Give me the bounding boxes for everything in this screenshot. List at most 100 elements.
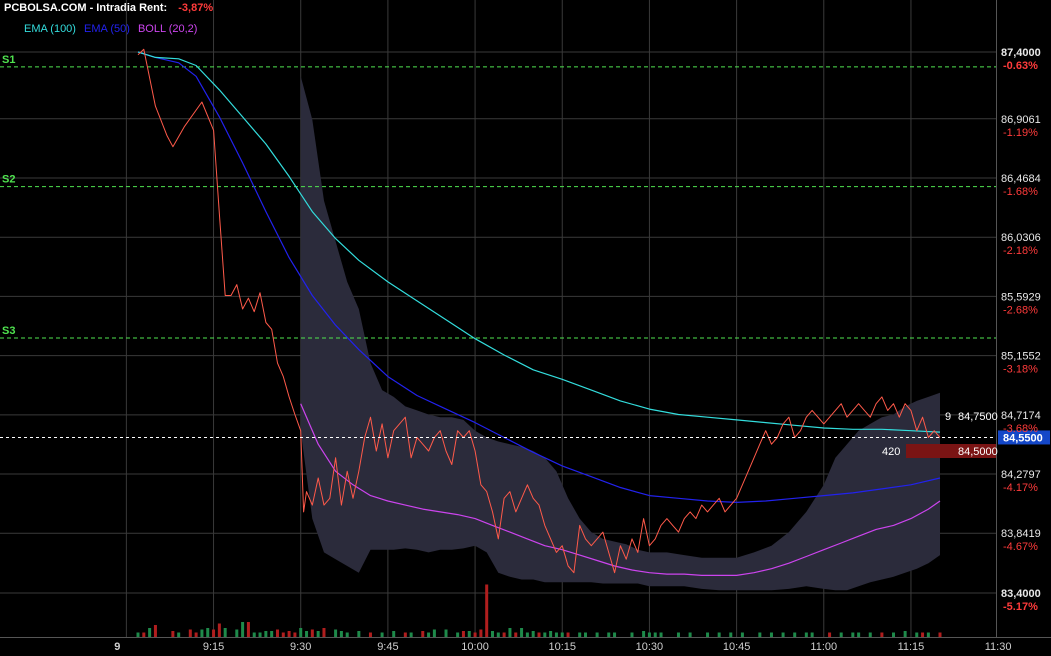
volume-bar (334, 629, 338, 637)
time-tick-label: 11:15 (898, 641, 925, 653)
volume-bar (926, 632, 930, 637)
ema100-line (137, 51, 941, 433)
volume-bar (520, 628, 524, 637)
volume-bar (241, 622, 245, 637)
price-tick-label: 86,0306 (1001, 232, 1041, 244)
volume-bar (200, 629, 204, 637)
bollinger-band (300, 76, 940, 591)
time-tick-label: 9:30 (290, 641, 311, 653)
volume-bar (281, 632, 285, 637)
volume-bar (537, 632, 541, 637)
volume-bar (938, 632, 942, 637)
time-tick-label: 11:00 (810, 641, 837, 653)
volume-bar (432, 629, 436, 637)
support-label-s3: S3 (2, 325, 15, 337)
time-tick-label: 11:30 (985, 641, 1012, 653)
ask-qty: 9 (945, 411, 951, 423)
volume-bar (740, 632, 744, 637)
volume-bar (357, 631, 361, 637)
volume-bar (491, 631, 495, 637)
volume-bar (421, 631, 425, 637)
percent-tick-label: -4.17% (1003, 482, 1038, 494)
volume-bar (485, 584, 489, 637)
volume-bar (223, 628, 227, 637)
volume-bar (235, 629, 239, 637)
volume-bar (270, 631, 274, 637)
volume-bar (403, 632, 407, 637)
volume-bar (676, 632, 680, 637)
volume-bar (467, 631, 471, 637)
price-tick-label: 83,8419 (1001, 528, 1041, 540)
price-tick-label: 85,1552 (1001, 351, 1041, 363)
volume-bar (299, 628, 303, 637)
volume-bar (921, 632, 925, 637)
volume-bar (409, 632, 413, 637)
volume-bar (583, 632, 587, 637)
volume-bar (461, 631, 465, 637)
percent-tick-label: -1.19% (1003, 127, 1038, 139)
volume-bar (915, 632, 919, 637)
volume-bar (758, 632, 762, 637)
percent-tick-label: -2.68% (1003, 304, 1038, 316)
volume-bar (427, 632, 431, 637)
volume-bar (392, 631, 396, 637)
volume-bar (456, 632, 460, 637)
bid-price: 84,5000 (958, 446, 998, 458)
volume-bar (531, 631, 535, 637)
price-tick-label: 84,2797 (1001, 469, 1041, 481)
time-tick-label: 10:30 (636, 641, 664, 653)
price-tick-label: 84,7174 (1001, 410, 1041, 422)
price-chart[interactable]: S1S2S39 84,7500420 84,500084,550087,4000-0… (0, 0, 1051, 656)
volume-bar (380, 632, 384, 637)
volume-bar (525, 632, 529, 637)
volume-bar (793, 632, 797, 637)
time-tick-label: 10:00 (461, 641, 489, 653)
percent-tick-label: -1.68% (1003, 186, 1038, 198)
bid-qty: 420 (882, 446, 900, 458)
volume-bar (903, 631, 907, 637)
volume-bar (473, 632, 477, 637)
volume-bar (688, 632, 692, 637)
support-label-s1: S1 (2, 54, 15, 66)
volume-bar (549, 631, 553, 637)
percent-tick-label: -3.68% (1003, 423, 1038, 435)
volume-bar (578, 632, 582, 637)
volume-bar (246, 622, 250, 637)
volume-bar (514, 632, 518, 637)
ask-price: 84,7500 (958, 411, 998, 423)
volume-bar (444, 629, 448, 637)
volume-bar (554, 632, 558, 637)
support-label-s2: S2 (2, 174, 15, 186)
ema50-line (137, 51, 941, 503)
volume-bar (217, 623, 221, 637)
volume-bar (508, 628, 512, 637)
percent-tick-label: -4.67% (1003, 541, 1038, 553)
volume-bar (781, 632, 785, 637)
volume-bar (275, 629, 279, 637)
time-tick-label: 9 (114, 641, 120, 653)
volume-bar (804, 632, 808, 637)
volume-bar (729, 632, 733, 637)
time-tick-label: 9:15 (203, 641, 224, 653)
volume-bar (839, 632, 843, 637)
volume-bar (851, 632, 855, 637)
volume-bar (258, 632, 262, 637)
volume-bar (496, 632, 500, 637)
volume-bar (828, 632, 832, 637)
volume-bar (345, 632, 349, 637)
volume-bar (368, 632, 372, 637)
volume-bar (206, 628, 210, 637)
volume-bar (188, 629, 192, 637)
time-tick-label: 10:15 (548, 641, 576, 653)
volume-bar (659, 632, 663, 637)
volume-bar (148, 628, 152, 637)
volume-bar (769, 632, 773, 637)
volume-bar (194, 632, 198, 637)
volume-bar (305, 631, 309, 637)
volume-bar (287, 631, 291, 637)
volume-bar (560, 632, 564, 637)
volume-bar (543, 632, 547, 637)
volume-bar (595, 632, 599, 637)
volume-bar (880, 632, 884, 637)
time-axis: 17:3099:159:309:4510:0010:1510:3010:4511… (114, 641, 1012, 653)
